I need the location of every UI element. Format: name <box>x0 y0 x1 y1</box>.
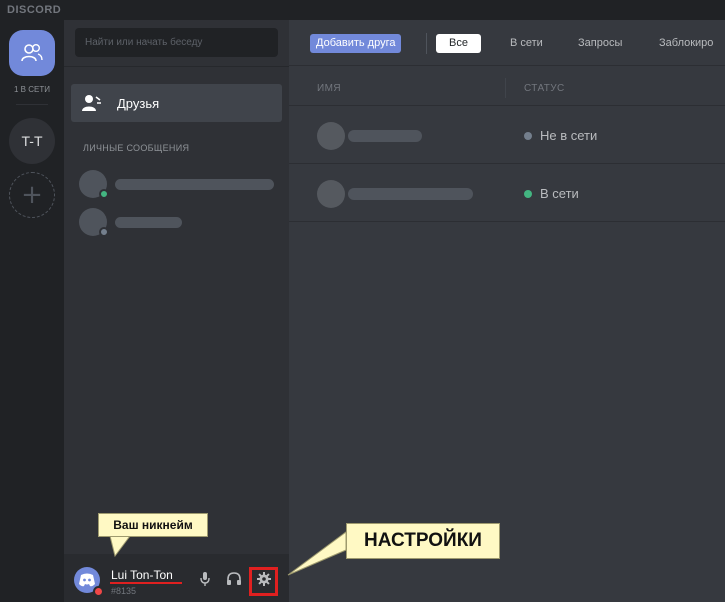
discord-window: DISCORD 1 В СЕТИ T-T + Найти или начать … <box>0 0 725 602</box>
settings-callout: НАСТРОЙКИ <box>346 523 500 559</box>
nickname-callout: Ваш никнейм <box>98 513 208 537</box>
annotation-pointers <box>109 531 347 576</box>
